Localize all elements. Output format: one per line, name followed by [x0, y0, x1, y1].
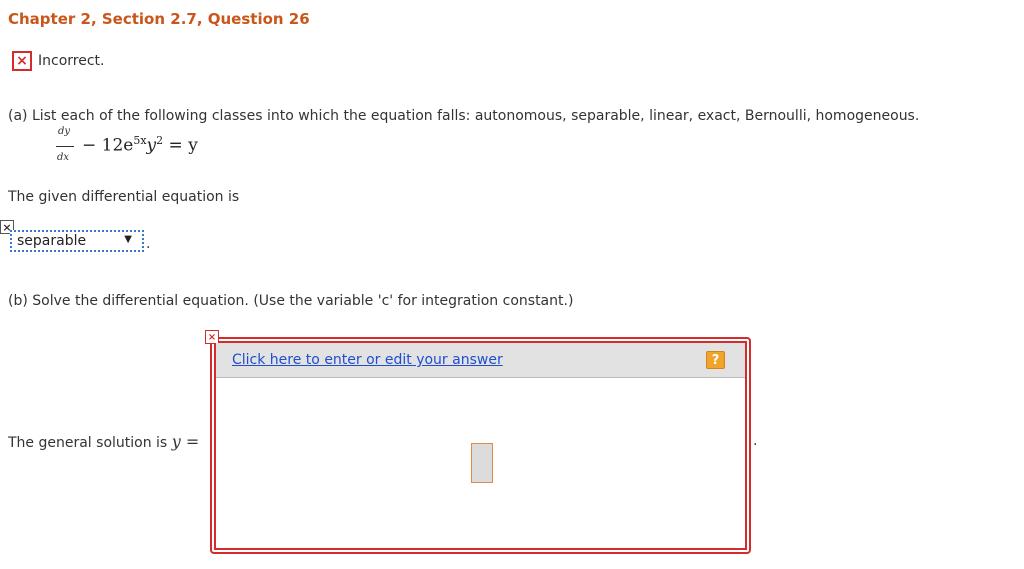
x-mark-icon: × — [205, 330, 219, 344]
select-value: separable — [17, 233, 87, 249]
help-icon[interactable]: ? — [706, 351, 725, 369]
solution-prefix: The general solution is — [8, 435, 172, 451]
page-title: Chapter 2, Section 2.7, Question 26 — [8, 10, 310, 28]
enter-answer-link[interactable]: Click here to enter or edit your answer — [232, 352, 503, 368]
fraction-line — [56, 146, 74, 147]
chevron-down-icon: ▼ — [124, 234, 132, 245]
general-solution-label: The general solution is y = — [8, 432, 199, 451]
question-b-prompt: (b) Solve the differential equation. (Us… — [8, 293, 574, 309]
solution-variable: y = — [171, 432, 200, 451]
equation-term: − 12e — [82, 135, 134, 156]
solution-end-punct: . — [753, 433, 758, 449]
fraction-numerator: dy — [58, 126, 71, 137]
fraction-denominator: dx — [57, 152, 70, 163]
x-mark-icon: × — [12, 51, 32, 71]
equation-y: y — [146, 135, 157, 156]
question-a-prompt: (a) List each of the following classes i… — [8, 108, 920, 124]
select-end-punct: . — [146, 236, 151, 252]
status-text: Incorrect. — [38, 53, 105, 69]
equation-rhs: = y — [163, 135, 198, 156]
equation: dy dx − 12e5xy2 = y — [52, 126, 232, 170]
equation-body: − 12e5xy2 = y — [82, 134, 198, 156]
equation-exponent: 5x — [133, 134, 147, 147]
classification-select[interactable]: separable ▼ — [10, 230, 144, 252]
answer-placeholder[interactable] — [471, 443, 493, 483]
given-label: The given differential equation is — [8, 189, 240, 205]
